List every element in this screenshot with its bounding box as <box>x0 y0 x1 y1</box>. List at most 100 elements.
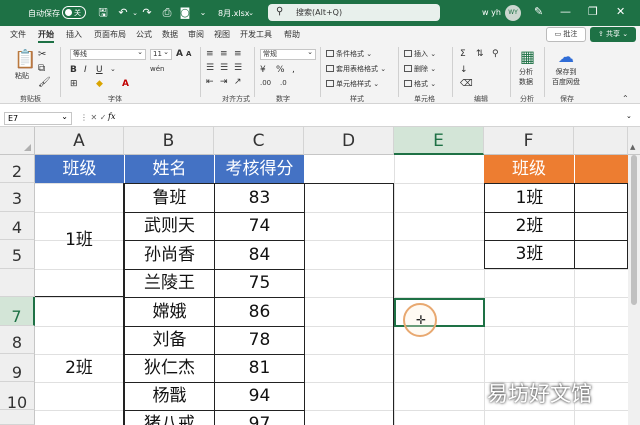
close-icon[interactable]: ✕ <box>616 5 625 18</box>
name-box[interactable]: E7 <box>4 111 72 125</box>
tab-home[interactable]: 开始 <box>38 29 54 43</box>
align-middle-icon[interactable]: ≡ <box>220 49 228 59</box>
class-cell-2[interactable]: 2班 <box>35 297 124 425</box>
decrease-indent-icon[interactable]: ⇤ <box>206 77 214 87</box>
autosave-toggle[interactable]: 关 <box>62 6 86 19</box>
insert-function-icon[interactable]: fx <box>108 112 115 121</box>
increase-indent-icon[interactable]: ⇥ <box>220 77 228 87</box>
shrink-font-icon[interactable]: A <box>186 50 191 58</box>
class-list-item[interactable]: 3班 <box>484 240 575 269</box>
camera-icon[interactable]: ◙ <box>178 6 192 20</box>
find-select-icon[interactable]: ⚲ <box>492 49 499 59</box>
class-list-item[interactable]: 2班 <box>484 212 575 241</box>
column-header-d[interactable]: D <box>304 127 394 155</box>
analyze-data-icon[interactable]: ▦ <box>520 47 535 66</box>
expand-formula-icon[interactable]: ⌄ <box>626 112 632 120</box>
header-class[interactable]: 班级 <box>35 155 124 183</box>
customize-qat-icon[interactable]: ⌄ <box>196 6 210 20</box>
analyze-data-button[interactable]: 分析 数据 <box>519 67 533 87</box>
delete-cells-button[interactable]: 删除 ⌄ <box>404 64 436 74</box>
row-header-2[interactable]: 2 <box>0 155 35 183</box>
column-header-e[interactable]: E <box>394 127 484 155</box>
collapse-ribbon-icon[interactable]: ⌃ <box>622 94 629 103</box>
column-header-f[interactable]: F <box>484 127 574 155</box>
class-list-value[interactable] <box>574 212 628 241</box>
fill-color-icon[interactable]: ◆ <box>96 79 103 89</box>
grow-font-icon[interactable]: A <box>176 49 183 59</box>
class-cell-1[interactable]: 1班 <box>35 183 124 297</box>
autosum-icon[interactable]: Σ <box>460 49 466 59</box>
header-name[interactable]: 姓名 <box>124 155 214 183</box>
name-cell[interactable]: 鲁班 <box>124 183 215 213</box>
vertical-scrollbar[interactable]: ▲ <box>628 143 640 425</box>
currency-icon[interactable]: ¥ <box>260 65 266 75</box>
class-list-header-g[interactable] <box>574 155 628 183</box>
class-list-value[interactable] <box>574 240 628 269</box>
format-cells-button[interactable]: 格式 ⌄ <box>404 79 436 89</box>
comments-button[interactable]: ▭ 批注 <box>546 27 586 42</box>
search-box[interactable]: ⚲ 搜索(Alt+Q) <box>268 4 440 21</box>
tab-developer[interactable]: 开发工具 <box>240 29 272 40</box>
tab-formulas[interactable]: 公式 <box>136 29 152 40</box>
font-name-select[interactable]: 等线 <box>70 48 146 60</box>
insert-cells-button[interactable]: 插入 ⌄ <box>404 49 436 59</box>
cancel-icon[interactable]: ✕ <box>91 113 98 122</box>
column-header-b[interactable]: B <box>124 127 214 155</box>
name-cell[interactable]: 孙尚香 <box>124 240 215 270</box>
minimize-icon[interactable]: — <box>560 5 571 18</box>
name-cell[interactable]: 猪八戒 <box>124 410 215 425</box>
avatar[interactable]: WY <box>505 5 521 21</box>
row-header-4[interactable]: 4 <box>0 212 35 240</box>
row-header-6[interactable] <box>0 269 35 297</box>
save-icon[interactable]: 🖫 <box>96 6 110 20</box>
print-preview-icon[interactable]: ⎙ <box>160 6 174 20</box>
score-cell[interactable]: 78 <box>214 326 305 355</box>
name-cell[interactable]: 刘备 <box>124 326 215 355</box>
format-painter-icon[interactable]: 🖌 <box>38 77 51 88</box>
class-list-value[interactable] <box>574 183 628 213</box>
tab-review[interactable]: 审阅 <box>188 29 204 40</box>
name-cell[interactable]: 兰陵王 <box>124 269 215 298</box>
comma-icon[interactable]: , <box>292 65 295 75</box>
select-all-corner[interactable] <box>0 127 35 155</box>
row-header-8[interactable]: 8 <box>0 326 35 354</box>
align-right-icon[interactable]: ☰ <box>234 63 242 73</box>
tab-data[interactable]: 数据 <box>162 29 178 40</box>
bold-icon[interactable]: B <box>70 65 77 75</box>
score-cell[interactable]: 74 <box>214 212 305 241</box>
tab-page-layout[interactable]: 页面布局 <box>94 29 126 40</box>
tab-view[interactable]: 视图 <box>214 29 230 40</box>
number-format-select[interactable]: 常规 <box>260 48 316 60</box>
tab-help[interactable]: 帮助 <box>284 29 300 40</box>
wen-icon[interactable]: wén <box>150 65 164 73</box>
font-size-select[interactable]: 11 <box>150 48 172 60</box>
row-header-5[interactable]: 5 <box>0 240 35 269</box>
name-cell[interactable]: 嫦娥 <box>124 297 215 327</box>
column-header-g[interactable] <box>574 127 628 155</box>
underline-icon[interactable]: U <box>96 65 103 75</box>
font-color-icon[interactable]: A <box>122 79 129 89</box>
column-header-c[interactable]: C <box>214 127 304 155</box>
decrease-decimal-icon[interactable]: .0 <box>280 79 287 87</box>
score-cell[interactable]: 75 <box>214 269 305 298</box>
score-cell[interactable]: 81 <box>214 354 305 383</box>
increase-decimal-icon[interactable]: .00 <box>260 79 271 87</box>
cell-styles-button[interactable]: 单元格样式 ⌄ <box>326 79 379 89</box>
score-cell[interactable]: 84 <box>214 240 305 270</box>
scrollbar-thumb[interactable] <box>631 155 637 305</box>
paste-icon[interactable]: 📋 <box>14 49 36 70</box>
align-top-icon[interactable]: ≡ <box>206 49 214 59</box>
row-header-7[interactable]: 7 <box>0 297 35 326</box>
name-cell[interactable]: 狄仁杰 <box>124 354 215 383</box>
score-cell[interactable]: 97 <box>214 410 305 425</box>
copy-icon[interactable]: ⧉ <box>38 63 45 74</box>
share-button[interactable]: ⇪ 共享 ⌄ <box>590 27 636 42</box>
align-left-icon[interactable]: ☰ <box>206 63 214 73</box>
row-header-10[interactable]: 10 <box>0 382 35 412</box>
sort-filter-icon[interactable]: ⇅ <box>476 49 484 59</box>
redo-icon[interactable]: ↷ <box>140 6 154 20</box>
scroll-up-icon[interactable]: ▲ <box>630 143 635 151</box>
align-bottom-icon[interactable]: ≡ <box>234 49 242 59</box>
clear-icon[interactable]: ⌫ <box>460 79 473 89</box>
row-header-11[interactable] <box>0 410 35 425</box>
